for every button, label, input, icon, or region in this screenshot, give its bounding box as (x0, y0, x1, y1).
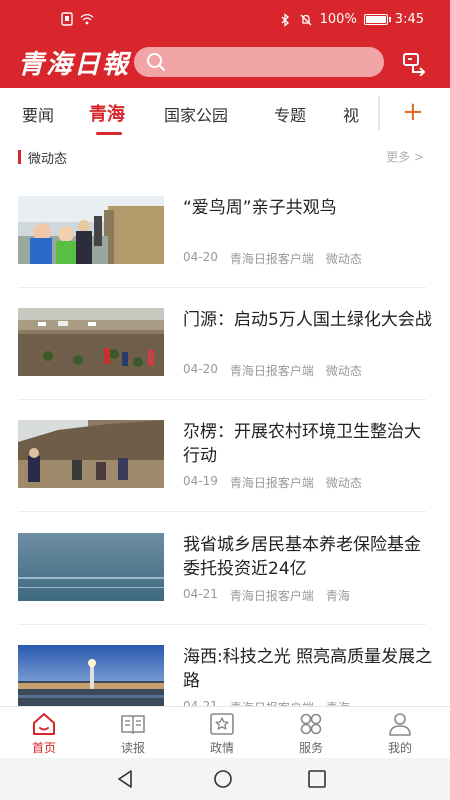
battery-icon (363, 14, 391, 25)
battery-percent: 100% (319, 12, 357, 27)
divider (18, 399, 426, 400)
article-tag: 微动态 (325, 476, 362, 490)
article-tag: 青海 (325, 589, 350, 603)
system-nav-bar (0, 758, 450, 800)
article-tag: 微动态 (325, 252, 362, 266)
nav-politics-label: 政情 (209, 741, 234, 755)
nav-services-label: 服务 (298, 741, 323, 755)
article-thumbnail (18, 308, 164, 376)
article-thumbnail (18, 196, 164, 264)
bottom-nav: 首页 读报 政情 服务 我的 (0, 706, 450, 758)
nav-read-paper[interactable]: 读报 (103, 711, 163, 756)
channel-tabs: 要闻 青海 国家公园 专题 视 + (0, 88, 450, 138)
tab-qinghai[interactable]: 青海 (89, 100, 125, 126)
tab-yaowen[interactable]: 要闻 (22, 102, 54, 126)
mute-icon (300, 14, 312, 25)
article-date: 04-21 (183, 587, 218, 601)
home-icon (33, 713, 55, 735)
grid-icon (300, 713, 322, 735)
article-thumbnail (18, 420, 164, 488)
tab-special[interactable]: 专题 (274, 102, 306, 126)
book-icon (121, 715, 145, 735)
search-icon (147, 53, 165, 71)
article-item[interactable]: “爱鸟周”亲子共观鸟 04-20 青海日报客户端 微动态 (0, 196, 450, 309)
tab-divider (378, 96, 380, 130)
article-title[interactable]: “爱鸟周”亲子共观鸟 (183, 196, 433, 220)
nav-read-paper-label: 读报 (120, 741, 145, 755)
article-source: 青海日报客户端 (229, 252, 314, 266)
nav-home-label: 首页 (31, 741, 56, 755)
person-icon (389, 713, 411, 736)
article-meta: 04-19 青海日报客户端 微动态 (183, 474, 362, 491)
search-bar[interactable] (134, 47, 384, 77)
nav-mine-label: 我的 (387, 741, 412, 755)
back-icon[interactable] (115, 768, 137, 790)
article-title[interactable]: 我省城乡居民基本养老保险基金委托投资近24亿 (183, 533, 433, 581)
nav-services[interactable]: 服务 (281, 711, 341, 756)
article-item[interactable]: 门源：启动5万人国土绿化大会战 04-20 青海日报客户端 微动态 (0, 308, 450, 421)
article-date: 04-20 (183, 362, 218, 376)
switch-account-icon[interactable] (402, 50, 428, 76)
article-thumbnail (18, 645, 164, 713)
status-bar: 100% 3:45 (0, 0, 450, 40)
nav-mine[interactable]: 我的 (370, 711, 430, 756)
home-button-icon[interactable] (212, 768, 234, 790)
nav-home[interactable]: 首页 (14, 711, 74, 756)
article-meta: 04-21 青海日报客户端 青海 (183, 587, 350, 604)
article-source: 青海日报客户端 (229, 364, 314, 378)
section-accent-bar (18, 150, 21, 164)
article-tag: 微动态 (325, 364, 362, 378)
star-badge-icon (210, 713, 234, 735)
article-source: 青海日报客户端 (229, 476, 314, 490)
tab-national-park[interactable]: 国家公园 (164, 102, 228, 126)
app-header: 100% 3:45 青海日報 (0, 0, 450, 88)
more-link[interactable]: 更多 > (386, 148, 424, 165)
clock: 3:45 (394, 12, 424, 27)
wifi-icon (80, 13, 94, 25)
article-date: 04-19 (183, 474, 218, 488)
section-header: 微动态 更多 > (0, 142, 450, 172)
sim-icon (61, 12, 73, 26)
nav-politics[interactable]: 政情 (192, 711, 252, 756)
article-meta: 04-20 青海日报客户端 微动态 (183, 250, 362, 267)
article-item[interactable]: 尕楞：开展农村环境卫生整治大行动 04-19 青海日报客户端 微动态 (0, 420, 450, 533)
tab-video[interactable]: 视 (343, 102, 359, 126)
divider (18, 624, 426, 625)
divider (18, 511, 426, 512)
recents-icon[interactable] (306, 768, 328, 790)
bluetooth-icon (281, 12, 289, 27)
section-title: 微动态 (28, 152, 68, 167)
divider (18, 287, 426, 288)
article-date: 04-20 (183, 250, 218, 264)
article-meta: 04-20 青海日报客户端 微动态 (183, 362, 362, 379)
status-left (60, 12, 94, 26)
app-logo: 青海日報 (18, 50, 131, 80)
article-title[interactable]: 尕楞：开展农村环境卫生整治大行动 (183, 420, 433, 468)
active-tab-indicator (96, 132, 122, 135)
article-item[interactable]: 我省城乡居民基本养老保险基金委托投资近24亿 04-21 青海日报客户端 青海 (0, 533, 450, 646)
article-title[interactable]: 海西:科技之光 照亮高质量发展之路 (183, 645, 433, 693)
add-channel-button[interactable]: + (402, 96, 424, 128)
article-thumbnail (18, 533, 164, 601)
article-source: 青海日报客户端 (229, 589, 314, 603)
article-title[interactable]: 门源：启动5万人国土绿化大会战 (183, 308, 433, 332)
status-right: 100% 3:45 (278, 12, 424, 27)
